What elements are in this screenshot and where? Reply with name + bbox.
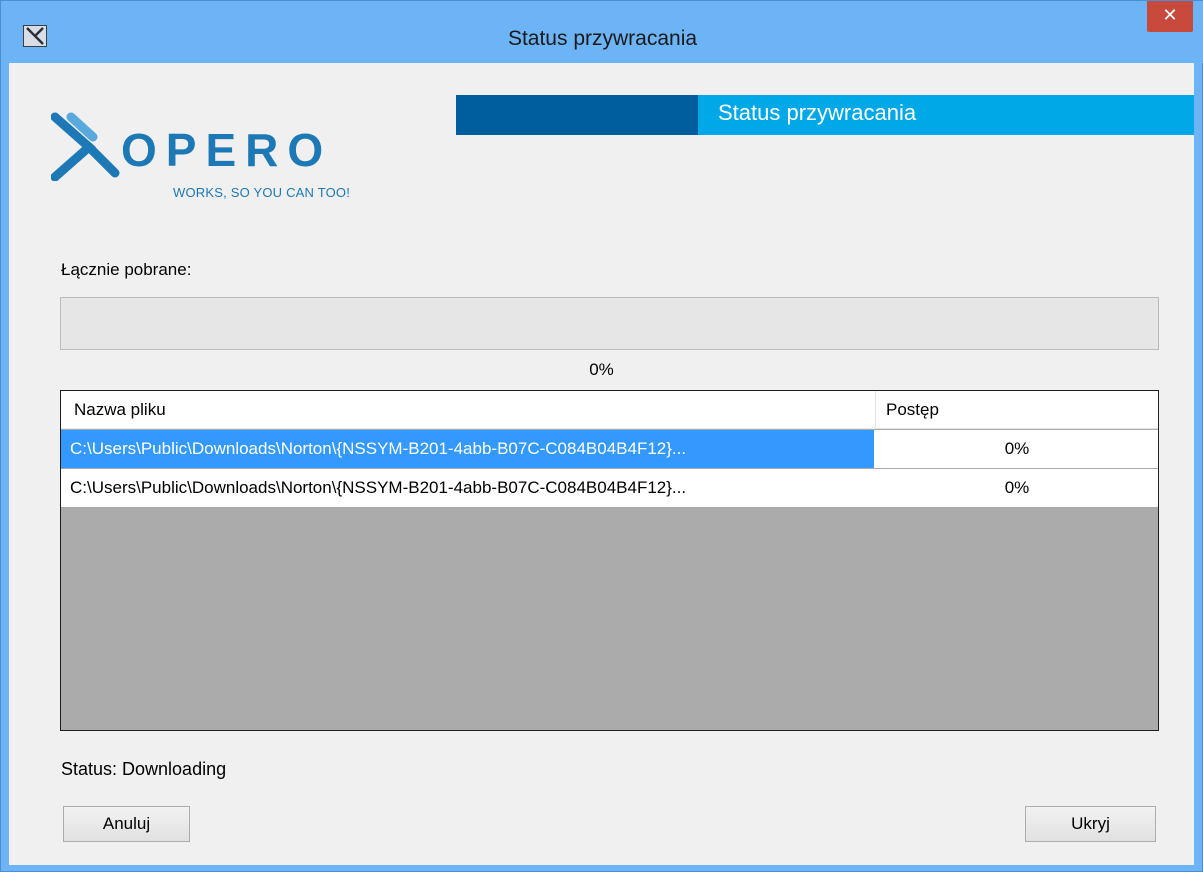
file-progress: 0% <box>1004 478 1030 497</box>
file-list-header: Nazwa pliku Postęp <box>61 391 1158 429</box>
header-banner: Status przywracania <box>456 95 1194 135</box>
hide-button[interactable]: Ukryj <box>1025 806 1156 842</box>
total-downloaded-label: Łącznie pobrane: <box>61 260 192 279</box>
total-progress-bar <box>60 297 1159 350</box>
logo-wordmark: OPERO <box>121 124 332 176</box>
logo-tagline: WORKS, SO YOU CAN TOO! <box>173 185 351 200</box>
column-header-filename[interactable]: Nazwa pliku <box>74 400 166 420</box>
column-separator[interactable] <box>875 391 876 429</box>
cancel-button[interactable]: Anuluj <box>63 806 190 842</box>
banner-title: Status przywracania <box>718 100 917 125</box>
banner-dark-segment <box>456 95 698 135</box>
xopero-logo: OPERO WORKS, SO YOU CAN TOO! <box>50 111 411 211</box>
window-title: Status przywracania <box>507 27 698 50</box>
file-row[interactable]: C:\Users\Public\Downloads\Norton\{NSSYM-… <box>61 430 1158 468</box>
file-name: C:\Users\Public\Downloads\Norton\{NSSYM-… <box>70 439 687 458</box>
file-progress: 0% <box>1004 439 1030 458</box>
file-name: C:\Users\Public\Downloads\Norton\{NSSYM-… <box>70 478 687 497</box>
title-bar[interactable]: Status przywracania ✕ <box>1 1 1203 63</box>
status-text: Status: Downloading <box>61 759 227 779</box>
restore-status-window: Status przywracania ✕ OPERO WORKS, SO YO… <box>0 0 1203 872</box>
file-row[interactable]: C:\Users\Public\Downloads\Norton\{NSSYM-… <box>61 469 1158 507</box>
close-button[interactable]: ✕ <box>1147 1 1193 32</box>
total-progress-percent: 0% <box>589 360 614 379</box>
file-list[interactable]: Nazwa pliku Postęp C:\Users\Public\Downl… <box>60 390 1159 731</box>
dialog-content: OPERO WORKS, SO YOU CAN TOO! Status przy… <box>9 63 1194 865</box>
column-header-progress[interactable]: Postęp <box>886 400 939 420</box>
